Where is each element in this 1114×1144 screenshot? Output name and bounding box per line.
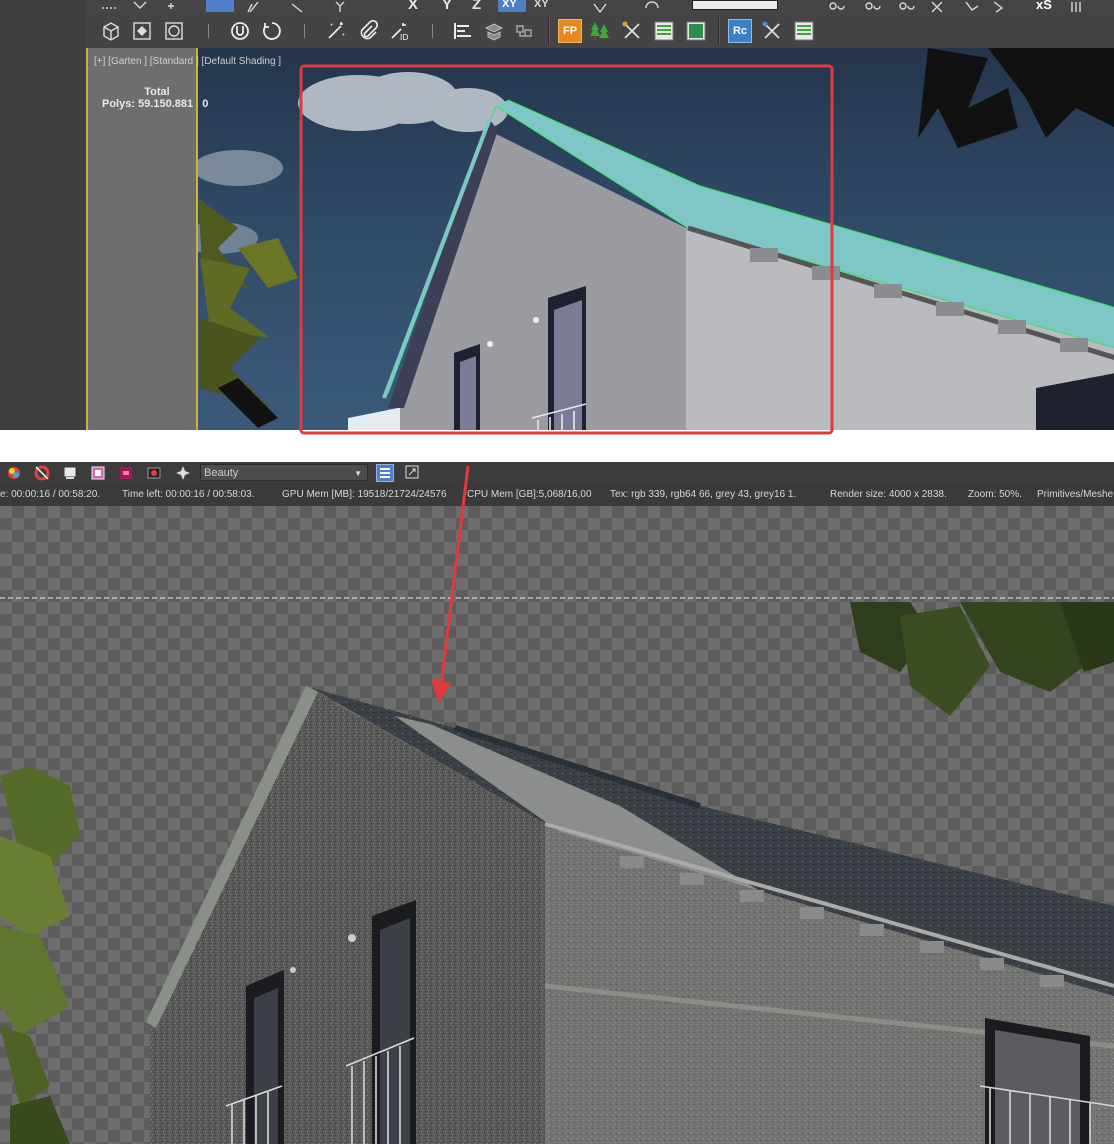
status-elapsed: e: 00:00:16 / 00:58:20. — [0, 489, 101, 500]
separator — [718, 17, 719, 45]
camera-button[interactable] — [146, 467, 162, 481]
xs-button[interactable]: xS — [1036, 0, 1052, 12]
color-correction-button[interactable] — [14, 467, 28, 481]
magnet-icon — [231, 22, 249, 40]
vfb-render-image[interactable] — [0, 506, 1114, 1144]
left-panel — [0, 0, 86, 430]
status-gpu-mem: GPU Mem [MB]: 19518/21724/24576 — [282, 489, 447, 500]
scene-icon — [516, 25, 532, 37]
tools-icon — [762, 21, 780, 39]
vfb-status-bar: e: 00:00:16 / 00:58:20. Time left: 00:00… — [0, 484, 1114, 506]
axis-y-button[interactable]: Y — [442, 0, 452, 13]
window-crossing-icon — [165, 22, 183, 40]
polygon-stats: Total Polys: 59.150.881 0 — [102, 86, 212, 110]
stats-polys-row: Polys: 59.150.881 0 — [102, 98, 212, 110]
forest-list-button[interactable] — [652, 19, 676, 43]
angle-snap-button[interactable] — [260, 19, 284, 43]
separator — [432, 24, 433, 38]
history-button[interactable] — [90, 467, 106, 481]
id-wand-button[interactable]: ID — [388, 19, 412, 43]
wand-icon — [328, 22, 345, 39]
vfb-toolbar — [0, 462, 1114, 484]
svg-text:ID: ID — [400, 33, 409, 42]
status-cpu-mem: CPU Mem [GB]:5,068/16,00 — [467, 489, 592, 500]
axis-z-button[interactable]: Z — [472, 0, 481, 13]
align-button[interactable] — [450, 19, 474, 43]
channel-select-value: Beauty — [204, 467, 239, 479]
green-panel-icon — [686, 21, 706, 41]
table-icon — [654, 21, 674, 41]
chevron-down-icon: ▼ — [354, 469, 362, 478]
scene-explorer-button[interactable] — [512, 19, 536, 43]
align-left-icon — [454, 23, 471, 39]
railclone-label: Rc — [732, 25, 748, 37]
render-image-content — [0, 597, 1114, 1144]
list-icon — [380, 468, 390, 478]
stats-polys-value: 59.150.881 — [138, 98, 194, 110]
lens-effects-button[interactable] — [36, 467, 50, 481]
status-render-size: Render size: 4000 x 2838. — [830, 489, 947, 500]
snap-toggle-button[interactable] — [228, 19, 252, 43]
layers-icon — [484, 23, 504, 41]
axis-x-button[interactable]: X — [408, 0, 418, 13]
status-zoom: Zoom: 50%. — [968, 489, 1022, 500]
stats-total-label: Total — [144, 86, 170, 98]
forest-pack-label: FP — [562, 25, 578, 37]
select-move-button[interactable] — [206, 0, 234, 12]
railclone-button[interactable]: Rc — [728, 19, 752, 43]
status-time-left: Time left: 00:00:16 / 00:58:03. — [122, 489, 255, 500]
status-primitives: Primitives/Meshe — [1037, 489, 1114, 500]
axis-xy-label: XY — [502, 0, 517, 10]
stats-polys-label: Polys: — [102, 98, 136, 110]
stats-polys-selected: 0 — [202, 98, 209, 110]
table-icon — [794, 21, 814, 41]
cube-select-icon — [103, 22, 119, 41]
forest-tools-button[interactable] — [620, 19, 644, 43]
toolbar-secondary-icons — [102, 1, 1081, 14]
select-object-button[interactable] — [98, 19, 122, 43]
axis-xy2-button[interactable]: XY — [534, 0, 549, 10]
window-crossing-button[interactable] — [162, 19, 186, 43]
separator — [208, 24, 209, 38]
tree-icon — [590, 22, 609, 41]
viewport-label[interactable]: [+] [Garten ] [Standard ] [Default Shadi… — [94, 56, 281, 67]
display-button[interactable] — [62, 467, 78, 481]
save-image-button[interactable] — [118, 467, 134, 481]
axis-xy-button[interactable]: XY — [498, 0, 526, 12]
separator — [548, 17, 549, 45]
edit-named-selection-button[interactable] — [324, 19, 348, 43]
max-window: X Y Z XY XY xS ID FP Rc [+] [Garten] [S… — [0, 0, 1114, 430]
railclone-tools-button[interactable] — [760, 19, 784, 43]
attach-button[interactable] — [356, 19, 380, 43]
channel-select[interactable]: Beauty ▼ — [200, 464, 368, 481]
id-wand-icon: ID — [391, 23, 409, 42]
main-toolbar: ID FP Rc — [86, 14, 1114, 49]
viewport-garten[interactable]: [+] [Garten ] [Standard ] [Default Shadi… — [86, 48, 1114, 430]
viewport-scene — [88, 48, 1114, 430]
render-settings-button[interactable] — [174, 465, 192, 481]
rect-region-button[interactable] — [130, 19, 154, 43]
forest-editor-button[interactable] — [684, 19, 708, 43]
channel-list-button[interactable] — [376, 464, 394, 482]
region-icon — [405, 465, 419, 479]
region-render-button[interactable] — [404, 464, 422, 482]
railclone-list-button[interactable] — [792, 19, 816, 43]
forest-pack-button[interactable]: FP — [558, 19, 582, 43]
forest-trees-button[interactable] — [588, 19, 612, 43]
layer-explorer-button[interactable] — [482, 19, 506, 43]
paperclip-icon — [360, 20, 379, 40]
separator — [304, 24, 305, 38]
region-icon — [133, 22, 151, 40]
angle-snap-icon — [263, 22, 281, 40]
tools-icon — [622, 21, 640, 39]
status-tex: Tex: rgb 339, rgb64 66, grey 43, grey16 … — [610, 489, 797, 500]
named-selection-dropdown[interactable] — [692, 0, 778, 10]
toolbar-secondary: X Y Z XY XY xS — [86, 0, 1114, 15]
